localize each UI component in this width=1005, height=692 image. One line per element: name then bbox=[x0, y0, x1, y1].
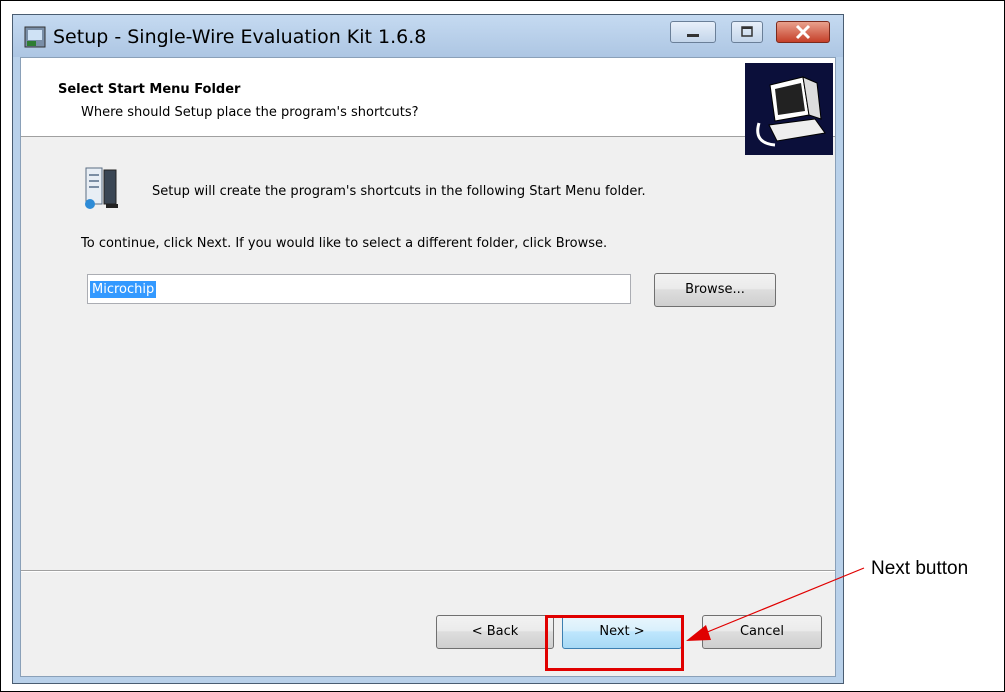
callout-label: Next button bbox=[871, 558, 969, 579]
callout-arrow bbox=[686, 567, 865, 641]
